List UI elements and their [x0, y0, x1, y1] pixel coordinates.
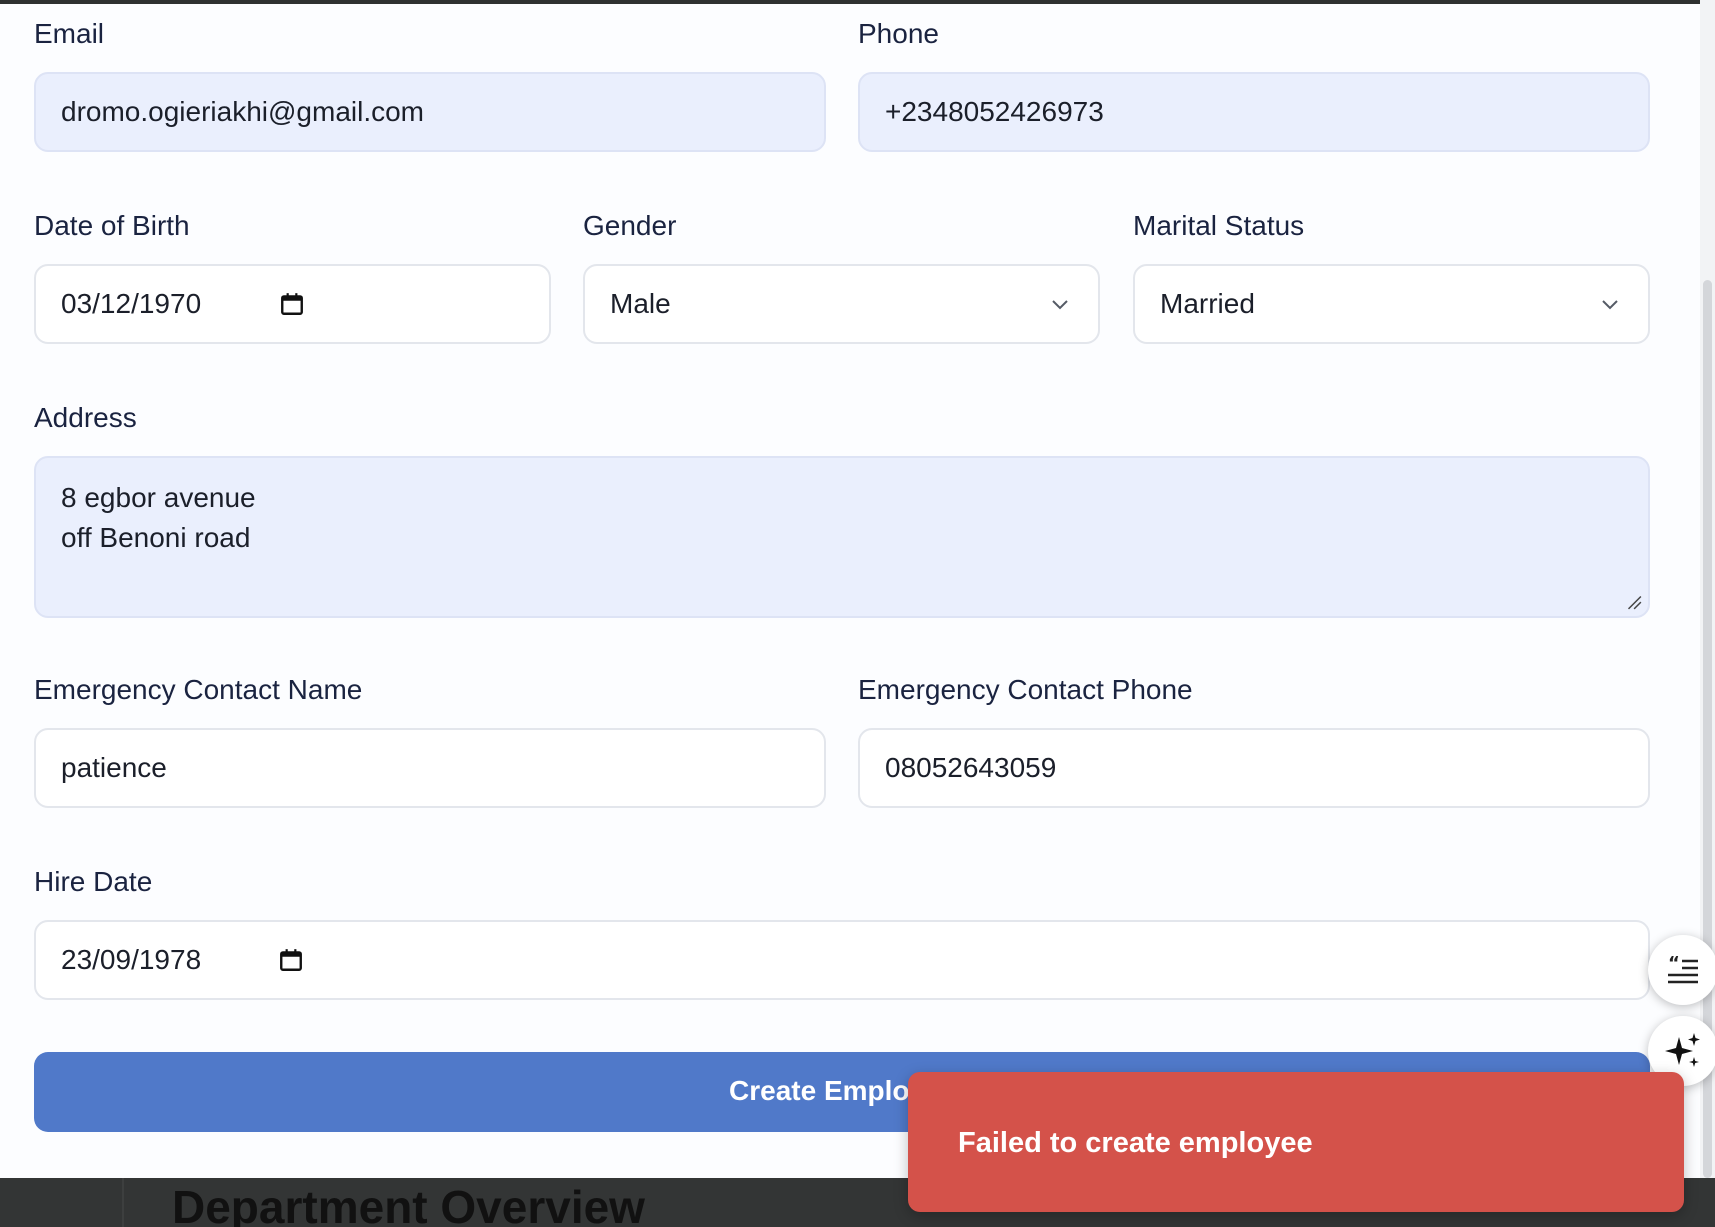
gender-select[interactable]: Male	[583, 264, 1100, 344]
emergency-contact-phone-label: Emergency Contact Phone	[858, 674, 1193, 705]
hire-date-value: 23/09/1978	[61, 944, 202, 975]
emergency-contact-name-label: Emergency Contact Name	[34, 674, 363, 705]
create-employee-modal: Email dromo.ogieriakhi@gmail.com Phone +…	[0, 4, 1700, 1178]
calendar-icon[interactable]	[278, 947, 304, 973]
emergency-contact-phone-value: 08052643059	[885, 752, 1057, 783]
create-employee-button-label: Create Employ	[729, 1075, 926, 1106]
phone-field[interactable]: +2348052426973	[858, 72, 1650, 152]
hire-date-label: Hire Date	[34, 866, 153, 897]
reader-button[interactable]: “	[1648, 935, 1715, 1005]
date-of-birth-field[interactable]: 03/12/1970	[34, 264, 551, 344]
sparkles-icon	[1665, 1033, 1700, 1067]
error-toast[interactable]: Failed to create employee	[908, 1072, 1684, 1212]
hire-date-field[interactable]: 23/09/1978	[34, 920, 1650, 1000]
chevron-down-icon	[1052, 300, 1068, 310]
phone-label: Phone	[858, 18, 939, 49]
email-field[interactable]: dromo.ogieriakhi@gmail.com	[34, 72, 826, 152]
marital-status-label: Marital Status	[1133, 210, 1305, 241]
error-toast-message: Failed to create employee	[958, 1127, 1313, 1159]
background-sidebar-edge	[122, 1178, 124, 1227]
address-value: 8 egbor avenue off Benoni road	[61, 482, 256, 553]
resize-handle-icon[interactable]	[1624, 592, 1642, 610]
emergency-contact-name-value: patience	[61, 752, 167, 783]
date-of-birth-label: Date of Birth	[34, 210, 190, 241]
marital-status-value: Married	[1160, 288, 1255, 319]
screen: Department Overview Email dromo.ogieriak…	[0, 0, 1715, 1227]
address-textarea[interactable]: 8 egbor avenue off Benoni road	[34, 456, 1650, 618]
date-of-birth-value: 03/12/1970	[61, 288, 202, 319]
email-label: Email	[34, 18, 105, 49]
marital-status-select[interactable]: Married	[1133, 264, 1650, 344]
email-value: dromo.ogieriakhi@gmail.com	[61, 96, 425, 127]
phone-value: +2348052426973	[885, 96, 1104, 127]
emergency-contact-name-field[interactable]: patience	[34, 728, 826, 808]
svg-text:“: “	[1668, 953, 1680, 974]
chevron-down-icon	[1602, 300, 1618, 310]
emergency-contact-phone-field[interactable]: 08052643059	[858, 728, 1650, 808]
department-overview-heading: Department Overview	[172, 1181, 645, 1227]
quote-lines-icon: “	[1668, 953, 1698, 984]
gender-value: Male	[610, 288, 671, 319]
gender-label: Gender	[583, 210, 677, 241]
address-label: Address	[34, 402, 137, 433]
calendar-icon[interactable]	[279, 291, 305, 317]
